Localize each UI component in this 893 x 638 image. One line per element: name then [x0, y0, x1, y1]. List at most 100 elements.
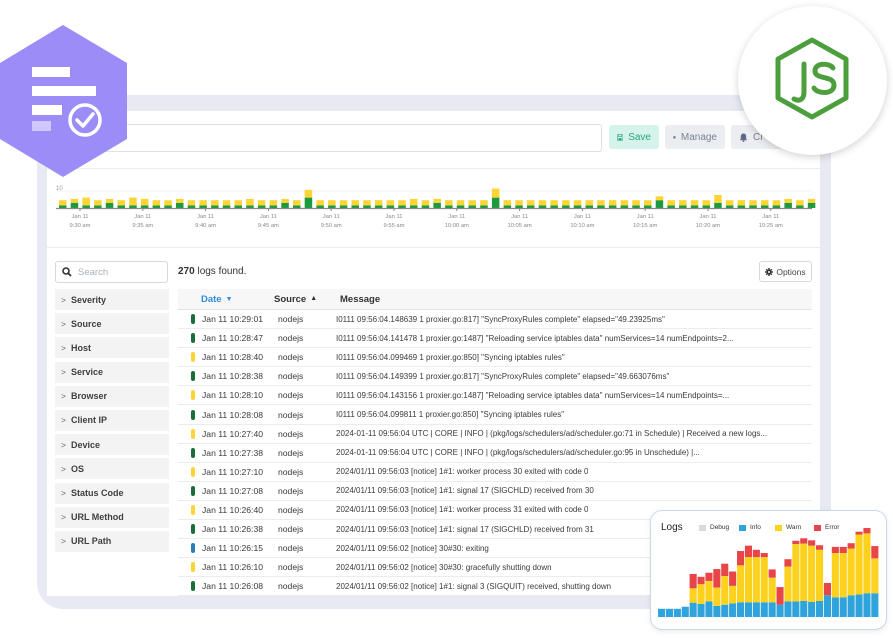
logs-bar-info[interactable] [721, 604, 729, 617]
facet-os[interactable]: > OS [55, 458, 169, 480]
histogram-bar-warn[interactable] [644, 200, 652, 206]
facet-url-method[interactable]: > URL Method [55, 506, 169, 528]
logs-bar-warn[interactable] [721, 576, 729, 605]
histogram-bar-info[interactable] [117, 205, 126, 208]
logs-bar-warn[interactable] [847, 548, 855, 596]
histogram-bar-warn[interactable] [176, 198, 184, 203]
logs-bar-info[interactable] [871, 593, 879, 617]
histogram-bar-info[interactable] [597, 205, 605, 208]
logs-bar-error[interactable] [705, 572, 713, 581]
histogram-bar-info[interactable] [293, 205, 301, 208]
histogram-bar-warn[interactable] [632, 200, 640, 206]
histogram-bar-warn[interactable] [293, 200, 301, 206]
histogram-bar-info[interactable] [538, 205, 547, 208]
histogram-bar-info[interactable] [304, 197, 313, 208]
histogram-bar-info[interactable] [796, 205, 804, 208]
facet-search-input[interactable]: Search [55, 261, 168, 283]
histogram-bar-info[interactable] [690, 205, 699, 208]
histogram-bar-warn[interactable] [538, 200, 547, 206]
logs-bar-error[interactable] [713, 569, 721, 588]
histogram-bar-warn[interactable] [339, 200, 348, 206]
table-row[interactable]: Jan 11 10:27:08 nodejs 2024/01/11 09:56:03… [178, 482, 812, 501]
histogram-bar-info[interactable] [59, 205, 67, 208]
logs-bar-info[interactable] [847, 595, 855, 617]
logs-bar-warn[interactable] [871, 558, 879, 594]
histogram-bar-warn[interactable] [702, 200, 711, 206]
logs-bar-info[interactable] [697, 603, 705, 617]
logs-bar-error[interactable] [737, 550, 745, 566]
histogram-bar-warn[interactable] [737, 200, 746, 206]
histogram-bar-info[interactable] [515, 205, 523, 208]
histogram-bar-warn[interactable] [807, 198, 816, 203]
logs-bar-info[interactable] [713, 605, 721, 617]
histogram-bar-warn[interactable] [386, 200, 395, 206]
logs-bar-error[interactable] [744, 545, 752, 558]
logs-bar-error[interactable] [792, 540, 800, 545]
logs-bar-error[interactable] [831, 546, 839, 554]
histogram-bar-info[interactable] [585, 205, 594, 208]
histogram-bar-info[interactable] [725, 205, 734, 208]
histogram-bar-info[interactable] [363, 205, 371, 208]
logs-bar-info[interactable] [665, 608, 673, 617]
logs-bar-info[interactable] [831, 597, 839, 617]
logs-bar-error[interactable] [847, 543, 855, 549]
logs-bar-warn[interactable] [855, 534, 863, 595]
logs-bar-error[interactable] [808, 540, 816, 546]
logs-bar-warn[interactable] [752, 557, 760, 603]
logs-bar-error[interactable] [784, 559, 792, 567]
histogram-bar-info[interactable] [199, 205, 207, 208]
histogram-bar-info[interactable] [328, 205, 336, 208]
logs-bar-info[interactable] [816, 601, 824, 617]
logs-bar-info[interactable] [673, 608, 681, 617]
logs-bar-warn[interactable] [831, 553, 839, 598]
histogram-bar-warn[interactable] [82, 197, 90, 206]
histogram-bar-info[interactable] [445, 205, 453, 208]
histogram-bar-info[interactable] [257, 205, 266, 208]
logs-bar-error[interactable] [800, 538, 808, 544]
histogram-bar-warn[interactable] [796, 200, 804, 206]
logs-bar-info[interactable] [823, 595, 831, 617]
histogram-bar-info[interactable] [480, 205, 488, 208]
histogram-bar-warn[interactable] [59, 200, 67, 206]
logs-bar-info[interactable] [658, 608, 666, 617]
histogram-bar-info[interactable] [222, 205, 231, 208]
facet-client-ip[interactable]: > Client IP [55, 409, 169, 431]
logs-bar-warn[interactable] [792, 544, 800, 602]
histogram-bar-warn[interactable] [211, 200, 219, 206]
histogram-bar-warn[interactable] [620, 200, 629, 206]
logs-bar-error[interactable] [768, 569, 776, 578]
logs-bar-warn[interactable] [729, 585, 737, 604]
logs-bar-warn[interactable] [839, 553, 847, 598]
logs-bar-info[interactable] [760, 602, 768, 617]
histogram-bar-warn[interactable] [667, 200, 675, 206]
table-row[interactable]: Jan 11 10:28:40 nodejs I0111 09:56:04.0994… [178, 348, 812, 368]
histogram-bar-info[interactable] [410, 205, 418, 208]
histogram-bar-info[interactable] [176, 202, 184, 208]
histogram-bar-warn[interactable] [445, 200, 453, 206]
table-row[interactable]: Jan 11 10:27:10 nodejs 2024/01/11 09:56:03… [178, 463, 812, 482]
histogram-bar-warn[interactable] [608, 200, 617, 206]
histogram-bar-warn[interactable] [105, 198, 114, 203]
histogram-bar-info[interactable] [129, 205, 137, 208]
logs-bar-warn[interactable] [863, 533, 871, 594]
histogram-bar-warn[interactable] [140, 198, 149, 206]
options-button[interactable]: Options [759, 261, 812, 282]
histogram-bar-info[interactable] [562, 205, 570, 208]
logs-bar-info[interactable] [800, 601, 808, 617]
histogram-bar-warn[interactable] [187, 200, 196, 206]
logs-bar-info[interactable] [737, 602, 745, 617]
histogram-bar-warn[interactable] [234, 200, 243, 206]
histogram-bar-warn[interactable] [164, 200, 172, 206]
logs-bar-error[interactable] [823, 582, 831, 596]
histogram-bar-warn[interactable] [363, 200, 371, 206]
histogram-bar-warn[interactable] [573, 200, 582, 206]
facet-url-path[interactable]: > URL Path [55, 530, 169, 552]
logs-bar-info[interactable] [784, 601, 792, 617]
histogram-bar-warn[interactable] [562, 200, 570, 206]
histogram-bar-warn[interactable] [515, 200, 523, 206]
histogram-bar-warn[interactable] [410, 198, 418, 206]
facet-service[interactable]: > Service [55, 361, 169, 383]
logs-bar-error[interactable] [689, 573, 697, 589]
logs-bar-error[interactable] [729, 571, 737, 586]
column-header-message[interactable]: Message [317, 294, 380, 305]
